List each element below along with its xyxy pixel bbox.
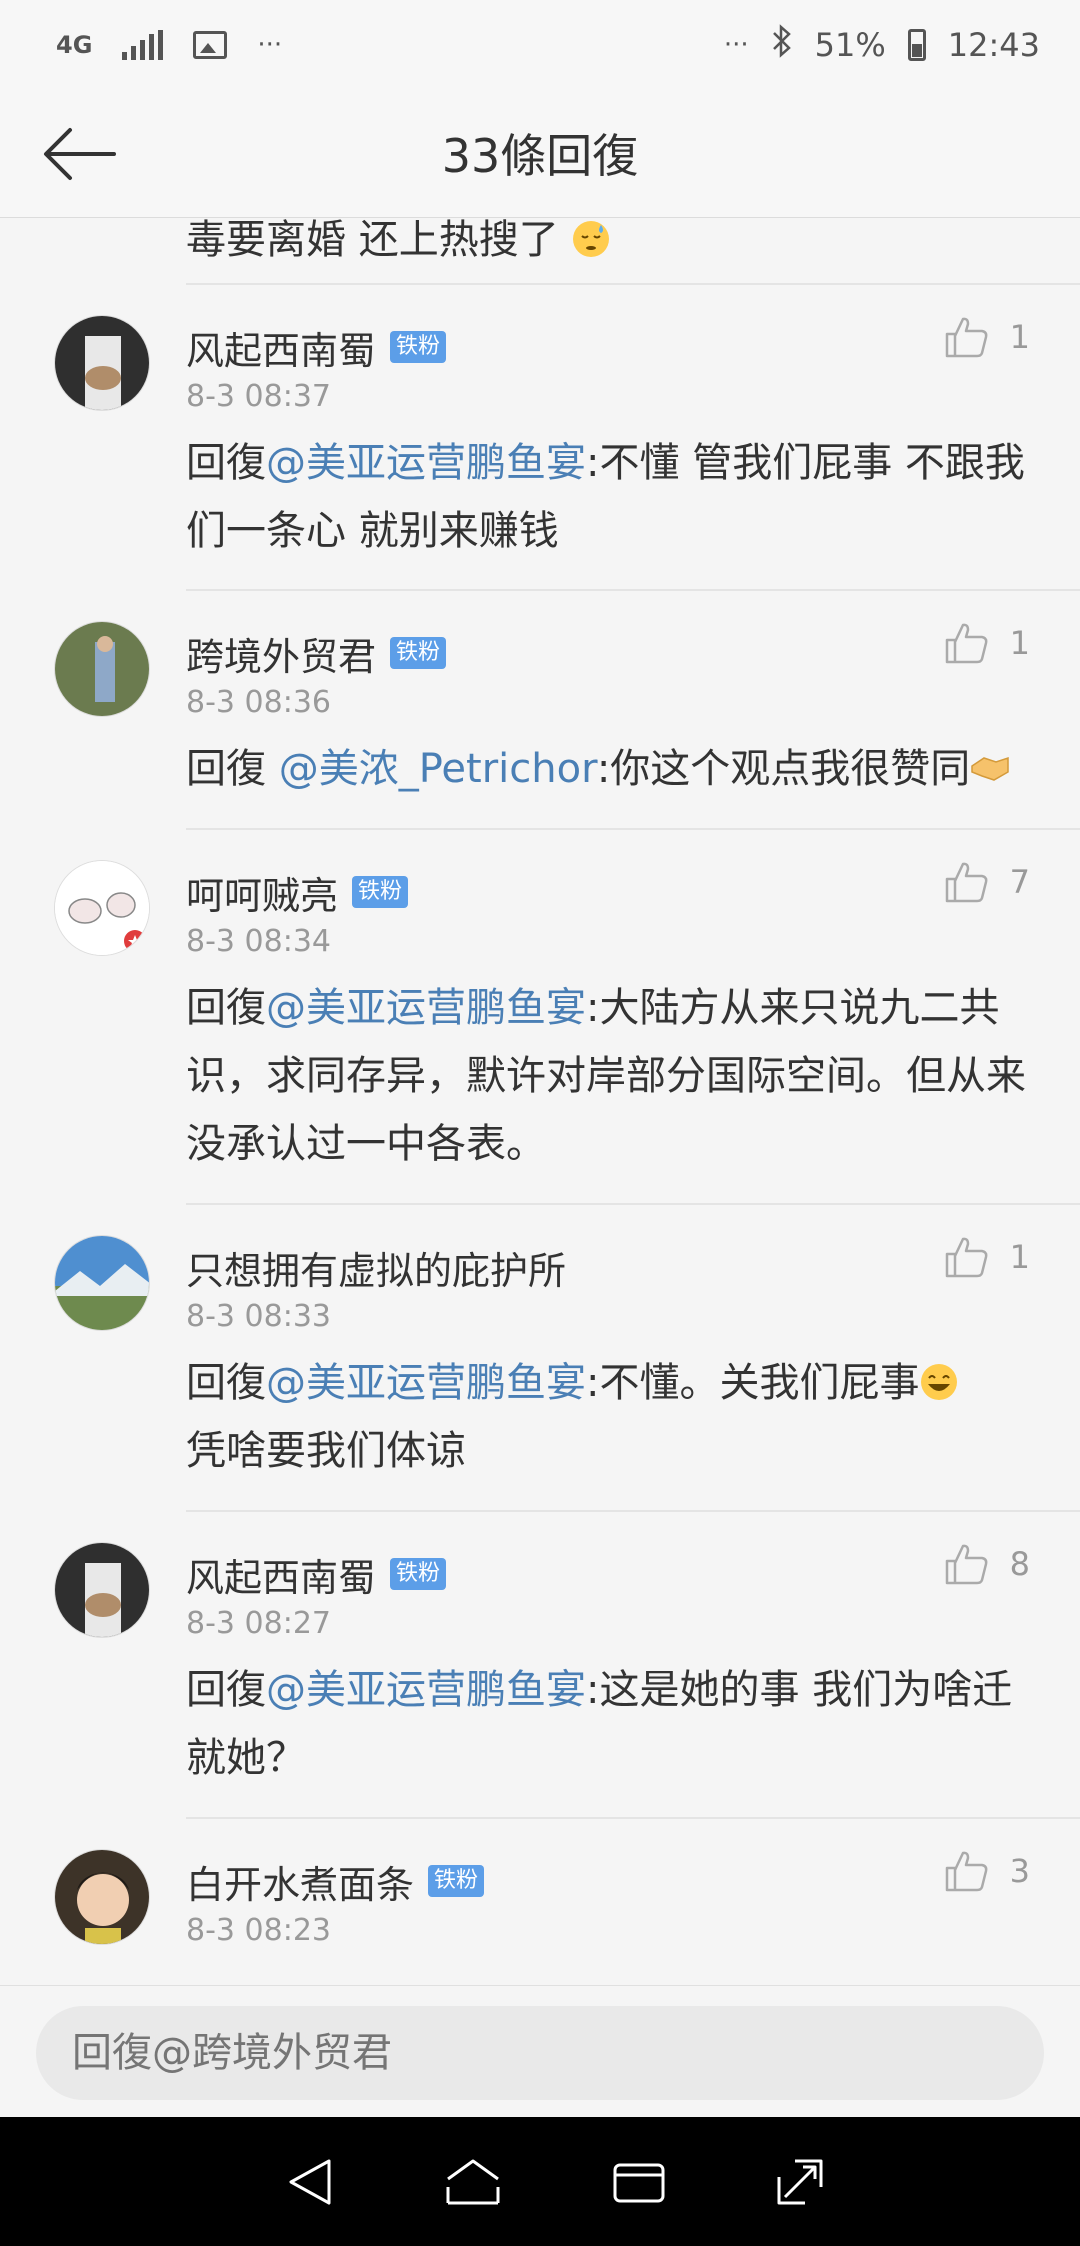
status-right: ··· 51% 12:43 <box>724 24 1040 66</box>
comment-time: 8-3 08:27 <box>186 1606 331 1641</box>
comment-item[interactable]: 风起西南蜀 铁粉 8-3 08:27 回復@美亚运营鹏鱼宴:这是她的事 我们为啥… <box>54 1512 1080 1819</box>
fan-badge: 铁粉 <box>390 331 447 363</box>
battery-icon <box>907 29 926 61</box>
comment-text: 回復@美亚运营鹏鱼宴:不懂。关我们屁事凭啥要我们体谅 <box>186 1349 1080 1499</box>
comment-item[interactable]: 只想拥有虚拟的庇护所 8-3 08:33 回復@美亚运营鹏鱼宴:不懂。关我们屁事… <box>54 1205 1080 1512</box>
thumbs-up-icon <box>945 1237 988 1278</box>
mention-link[interactable]: @美浓_Petrichor <box>279 746 597 792</box>
handshake-emoji-icon <box>971 756 1010 781</box>
avatar[interactable] <box>54 1235 150 1331</box>
page-title: 33條回復 <box>441 129 639 183</box>
app-root: 4G ··· ··· 51% 12:43 33條回復 毒要离婚 还上热搜了 风起… <box>0 0 1080 2246</box>
comment-item[interactable]: 呵呵贼亮 铁粉 8-3 08:34 回復@美亚运营鹏鱼宴:大陆方从来只说九二共识… <box>54 830 1080 1205</box>
like-button[interactable]: 8 <box>944 1542 1030 1586</box>
comment-time: 8-3 08:23 <box>186 1913 331 1948</box>
avatar[interactable] <box>54 621 150 717</box>
like-count: 3 <box>1009 1852 1030 1890</box>
reply-input[interactable] <box>36 2006 1044 2100</box>
thumbs-up-icon <box>945 623 988 664</box>
reply-prefix: 回復 <box>186 1360 266 1406</box>
like-count: 1 <box>1009 318 1030 356</box>
signal-icon <box>122 30 164 60</box>
nav-expand-icon[interactable] <box>775 2157 825 2207</box>
like-count: 7 <box>1009 863 1030 901</box>
fan-badge: 铁粉 <box>352 876 409 908</box>
comment-text: 回復 @美浓_Petrichor:你这个观点我很赞同 <box>186 735 1080 817</box>
user-name[interactable]: 跨境外贸君 <box>186 626 376 681</box>
more-status-icon: ··· <box>723 30 749 60</box>
like-button[interactable]: 1 <box>944 1235 1030 1279</box>
comment-text: 回復@美亚运营鹏鱼宴:不懂 管我们屁事 不跟我们一条心 就别来赚钱 <box>186 429 1080 579</box>
fan-badge: 铁粉 <box>390 637 447 669</box>
nav-home-icon[interactable] <box>444 2157 502 2207</box>
reply-prefix: 回復 <box>186 985 266 1031</box>
nav-recents-icon[interactable] <box>612 2159 666 2205</box>
more-notifications-icon: ··· <box>257 30 283 60</box>
comment-body: :不懂。关我们屁事 <box>586 1360 920 1406</box>
network-type: 4G <box>56 31 93 59</box>
avatar[interactable] <box>54 1849 150 1945</box>
partial-comment-text: 毒要离婚 还上热搜了 <box>186 219 559 263</box>
header: 33條回復 <box>0 90 1080 218</box>
fan-badge: 铁粉 <box>390 1558 447 1590</box>
comment-item[interactable]: 跨境外贸君 铁粉 8-3 08:36 回復 @美浓_Petrichor:你这个观… <box>54 591 1080 830</box>
like-count: 8 <box>1009 1545 1030 1583</box>
comment-item[interactable]: 白开水煮面条 铁粉 8-3 08:23 3 <box>54 1819 1080 1985</box>
like-button[interactable]: 3 <box>944 1849 1030 1893</box>
user-name[interactable]: 只想拥有虚拟的庇护所 <box>186 1240 566 1295</box>
like-button[interactable]: 1 <box>944 315 1030 359</box>
thumbs-up-icon <box>945 862 988 903</box>
user-name[interactable]: 白开水煮面条 <box>186 1854 414 1909</box>
reply-bar <box>0 1985 1080 2117</box>
reply-prefix: 回復 <box>186 440 266 486</box>
nav-back-icon[interactable] <box>285 2157 335 2207</box>
system-nav-bar <box>0 2117 1080 2246</box>
image-notification-icon <box>193 31 228 59</box>
avatar[interactable] <box>54 860 150 956</box>
comment-time: 8-3 08:34 <box>186 924 331 959</box>
status-left: 4G ··· <box>56 30 282 60</box>
user-name[interactable]: 风起西南蜀 <box>186 1547 376 1602</box>
reply-prefix: 回復 <box>186 746 279 792</box>
sweat-emoji-icon <box>573 221 610 257</box>
user-name[interactable]: 风起西南蜀 <box>186 320 376 375</box>
thumbs-up-icon <box>945 1851 988 1892</box>
like-count: 1 <box>1009 624 1030 662</box>
comment-body: :你这个观点我很赞同 <box>596 746 971 792</box>
mention-link[interactable]: @美亚运营鹏鱼宴 <box>266 1667 586 1713</box>
thumbs-up-icon <box>945 1544 988 1585</box>
comment-body-line2: 凭啥要我们体谅 <box>186 1428 466 1474</box>
like-button[interactable]: 7 <box>944 860 1030 904</box>
comment-text: 回復@美亚运营鹏鱼宴:这是她的事 我们为啥迁就她？ <box>186 1656 1080 1806</box>
comment-list[interactable]: 毒要离婚 还上热搜了 风起西南蜀 铁粉 8-3 08:37 回復@美亚运营鹏鱼宴… <box>0 219 1080 1985</box>
clock: 12:43 <box>947 26 1040 64</box>
fan-badge: 铁粉 <box>428 1865 485 1897</box>
laughing-emoji-icon <box>921 1364 958 1400</box>
thumbs-up-icon <box>945 317 988 358</box>
comment-text: 回復@美亚运营鹏鱼宴:大陆方从来只说九二共识，求同存异，默许对岸部分国际空间。但… <box>186 974 1080 1192</box>
user-name[interactable]: 呵呵贼亮 <box>186 865 338 920</box>
comment-time: 8-3 08:37 <box>186 379 331 414</box>
partial-comment: 毒要离婚 还上热搜了 <box>186 219 1080 285</box>
mention-link[interactable]: @美亚运营鹏鱼宴 <box>266 1360 586 1406</box>
reply-prefix: 回復 <box>186 1667 266 1713</box>
comment-time: 8-3 08:33 <box>186 1299 331 1334</box>
comment-item[interactable]: 风起西南蜀 铁粉 8-3 08:37 回復@美亚运营鹏鱼宴:不懂 管我们屁事 不… <box>54 285 1080 591</box>
battery-percent: 51% <box>814 26 886 64</box>
bluetooth-icon <box>771 24 793 66</box>
mention-link[interactable]: @美亚运营鹏鱼宴 <box>266 985 586 1031</box>
avatar[interactable] <box>54 315 150 411</box>
like-button[interactable]: 1 <box>944 621 1030 665</box>
avatar[interactable] <box>54 1542 150 1638</box>
comment-time: 8-3 08:36 <box>186 685 331 720</box>
like-count: 1 <box>1009 1238 1030 1276</box>
status-bar: 4G ··· ··· 51% 12:43 <box>0 0 1080 90</box>
mention-link[interactable]: @美亚运营鹏鱼宴 <box>266 440 586 486</box>
